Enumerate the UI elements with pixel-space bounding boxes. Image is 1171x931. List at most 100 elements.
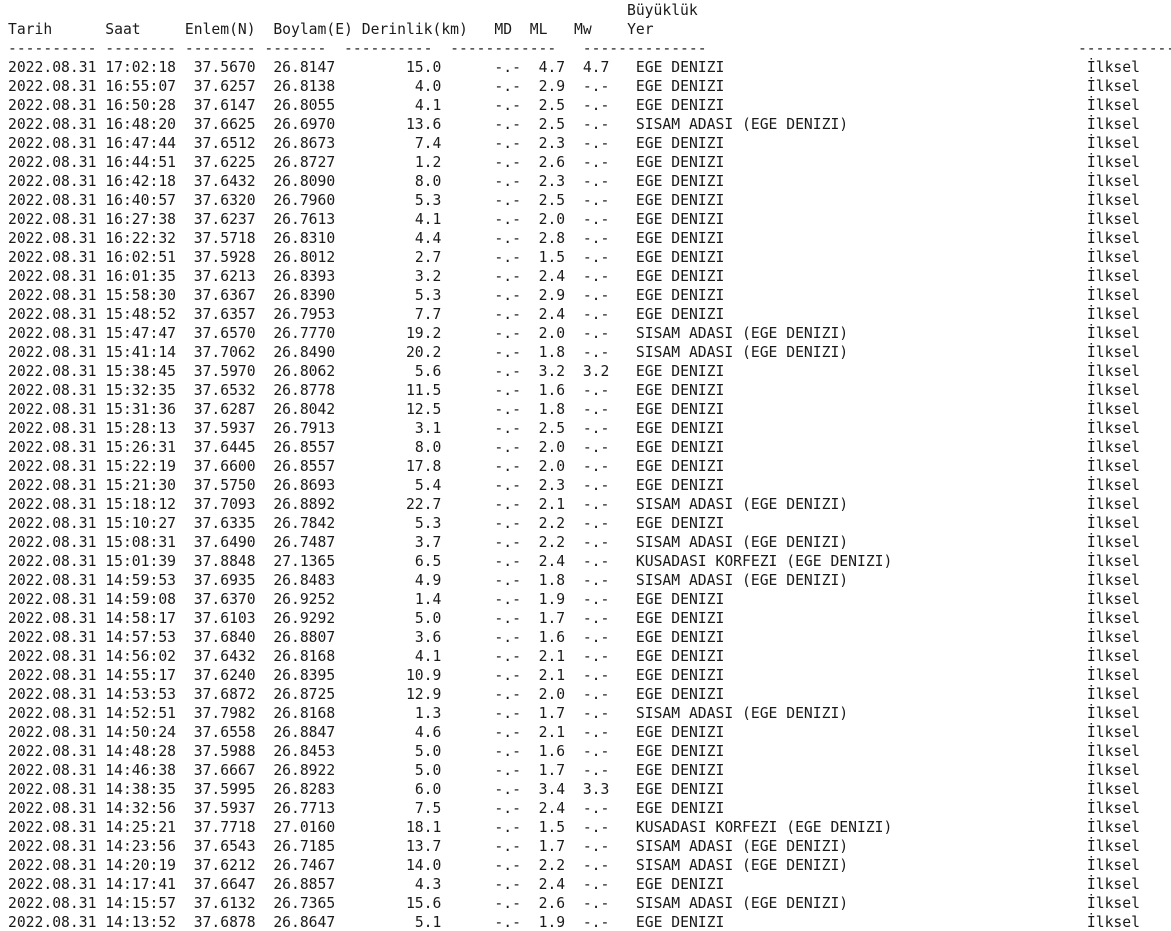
longitude-cell: 26.8557 [273, 439, 336, 456]
location-cell: SISAM ADASI (EGE DENIZI) [635, 572, 849, 589]
mw-cell: -.- [582, 876, 610, 893]
md-cell: -.- [494, 401, 521, 418]
solution-quality-cell: İlksel [1086, 838, 1140, 855]
depth-cell: 19.2 [405, 325, 442, 342]
location-cell: EGE DENIZI [635, 306, 725, 323]
depth-cell: 4.4 [414, 230, 442, 247]
ml-cell: 2.0 [538, 325, 566, 342]
date-cell: 2022.08.31 [8, 439, 97, 456]
ml-cell: 2.3 [538, 173, 566, 190]
depth-cell: 14.0 [405, 857, 442, 874]
solution-quality-cell: İlksel [1086, 439, 1140, 456]
location-cell: EGE DENIZI [635, 629, 725, 646]
col-md-header: MD [494, 21, 513, 38]
time-cell: 17:02:18 [105, 59, 177, 76]
mw-cell: -.- [582, 173, 610, 190]
date-cell: 2022.08.31 [8, 800, 97, 817]
mw-cell: -.- [582, 534, 610, 551]
solution-quality-cell: İlksel [1086, 344, 1140, 361]
depth-cell: 3.1 [414, 420, 442, 437]
col-yer-header: Yer [627, 21, 654, 38]
depth-cell: 8.0 [414, 439, 442, 456]
solution-quality-cell: İlksel [1086, 306, 1140, 323]
depth-cell: 20.2 [405, 344, 442, 361]
depth-cell: 13.6 [405, 116, 442, 133]
time-cell: 14:13:52 [105, 914, 177, 931]
location-cell: EGE DENIZI [635, 762, 725, 779]
depth-cell: 4.6 [414, 724, 442, 741]
longitude-cell: 26.8483 [273, 572, 336, 589]
latitude-cell: 37.6357 [193, 306, 256, 323]
longitude-cell: 26.8138 [273, 78, 336, 95]
mw-cell: -.- [582, 591, 610, 608]
time-cell: 16:01:35 [105, 268, 177, 285]
time-cell: 14:58:17 [105, 610, 177, 627]
solution-quality-cell: İlksel [1086, 781, 1140, 798]
ml-cell: 2.5 [538, 97, 566, 114]
date-cell: 2022.08.31 [8, 819, 97, 836]
solution-quality-cell: İlksel [1086, 705, 1140, 722]
md-cell: -.- [494, 382, 521, 399]
depth-cell: 5.4 [414, 477, 442, 494]
time-cell: 16:55:07 [105, 78, 177, 95]
mw-cell: -.- [582, 306, 610, 323]
mw-cell: -.- [582, 116, 610, 133]
date-cell: 2022.08.31 [8, 211, 97, 228]
time-cell: 14:55:17 [105, 667, 177, 684]
mw-cell: 3.2 [582, 363, 610, 380]
ml-cell: 2.2 [538, 534, 566, 551]
time-cell: 14:20:19 [105, 857, 177, 874]
location-cell: SISAM ADASI (EGE DENIZI) [635, 857, 849, 874]
date-cell: 2022.08.31 [8, 876, 97, 893]
longitude-cell: 26.8807 [273, 629, 336, 646]
ml-cell: 3.4 [538, 781, 566, 798]
ml-cell: 1.9 [538, 914, 566, 931]
solution-quality-cell: İlksel [1086, 154, 1140, 171]
ml-cell: 1.6 [538, 629, 566, 646]
mw-cell: -.- [582, 800, 610, 817]
md-cell: -.- [494, 762, 521, 779]
ml-cell: 3.2 [538, 363, 566, 380]
ml-cell: 1.8 [538, 344, 566, 361]
location-cell: EGE DENIZI [635, 363, 725, 380]
ml-cell: 2.5 [538, 116, 566, 133]
col-mw-header: Mw [574, 21, 592, 38]
date-cell: 2022.08.31 [8, 781, 97, 798]
latitude-cell: 37.5995 [193, 781, 256, 798]
md-cell: -.- [494, 819, 521, 836]
time-cell: 16:22:32 [105, 230, 177, 247]
time-cell: 16:42:18 [105, 173, 177, 190]
md-cell: -.- [494, 515, 521, 532]
md-cell: -.- [494, 781, 521, 798]
time-cell: 16:27:38 [105, 211, 177, 228]
solution-quality-cell: İlksel [1086, 515, 1140, 532]
mw-cell: -.- [582, 287, 610, 304]
mw-cell: -.- [582, 762, 610, 779]
latitude-cell: 37.6625 [193, 116, 256, 133]
md-cell: -.- [494, 572, 521, 589]
ml-cell: 4.7 [538, 59, 566, 76]
date-cell: 2022.08.31 [8, 496, 97, 513]
time-cell: 14:46:38 [105, 762, 177, 779]
solution-quality-cell: İlksel [1086, 287, 1140, 304]
depth-cell: 10.9 [405, 667, 442, 684]
longitude-cell: 26.8393 [273, 268, 336, 285]
latitude-cell: 37.7093 [193, 496, 256, 513]
time-cell: 15:01:39 [105, 553, 177, 570]
md-cell: -.- [494, 914, 521, 931]
solution-quality-cell: İlksel [1086, 534, 1140, 551]
ml-cell: 2.0 [538, 439, 566, 456]
ml-cell: 1.5 [538, 819, 566, 836]
mw-cell: -.- [582, 192, 610, 209]
ml-cell: 2.5 [538, 420, 566, 437]
location-cell: EGE DENIZI [635, 781, 725, 798]
longitude-cell: 26.8395 [273, 667, 336, 684]
location-cell: EGE DENIZI [635, 743, 725, 760]
ml-cell: 2.6 [538, 154, 566, 171]
latitude-cell: 37.6445 [193, 439, 256, 456]
ml-cell: 2.1 [538, 648, 566, 665]
earthquake-listing-page: Büyüklük Tarih Saat Enlem(N) Boylam(E) D… [0, 0, 1171, 931]
location-cell: SISAM ADASI (EGE DENIZI) [635, 534, 849, 551]
location-cell: KUSADASI KORFEZI (EGE DENIZI) [635, 819, 893, 836]
md-cell: -.- [494, 116, 521, 133]
